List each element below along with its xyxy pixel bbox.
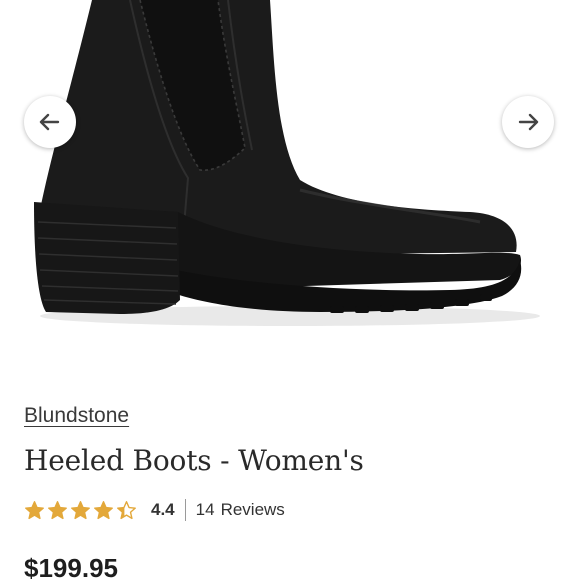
product-title: Heeled Boots - Women's xyxy=(24,444,364,477)
arrow-left-icon xyxy=(39,113,60,131)
star-icon xyxy=(71,500,90,519)
reviews-link[interactable]: 14 Reviews xyxy=(196,500,285,520)
product-image-boot xyxy=(34,0,540,326)
star-icon xyxy=(94,500,113,519)
product-image-gallery xyxy=(0,0,580,380)
gallery-prev-button[interactable] xyxy=(24,96,76,148)
star-rating[interactable] xyxy=(24,500,137,521)
rating-summary: 4.4 14 Reviews xyxy=(24,498,285,522)
star-icon xyxy=(117,500,136,519)
arrow-right-icon xyxy=(518,113,539,131)
review-count: 14 xyxy=(195,500,215,519)
gallery-next-button[interactable] xyxy=(502,96,554,148)
product-price: $199.95 xyxy=(24,553,118,583)
rating-divider xyxy=(184,499,186,521)
reviews-label: Reviews xyxy=(220,500,285,519)
star-icon xyxy=(48,500,67,519)
brand-link[interactable]: Blundstone xyxy=(24,404,129,428)
star-icon xyxy=(25,500,44,519)
rating-value: 4.4 xyxy=(151,500,175,519)
